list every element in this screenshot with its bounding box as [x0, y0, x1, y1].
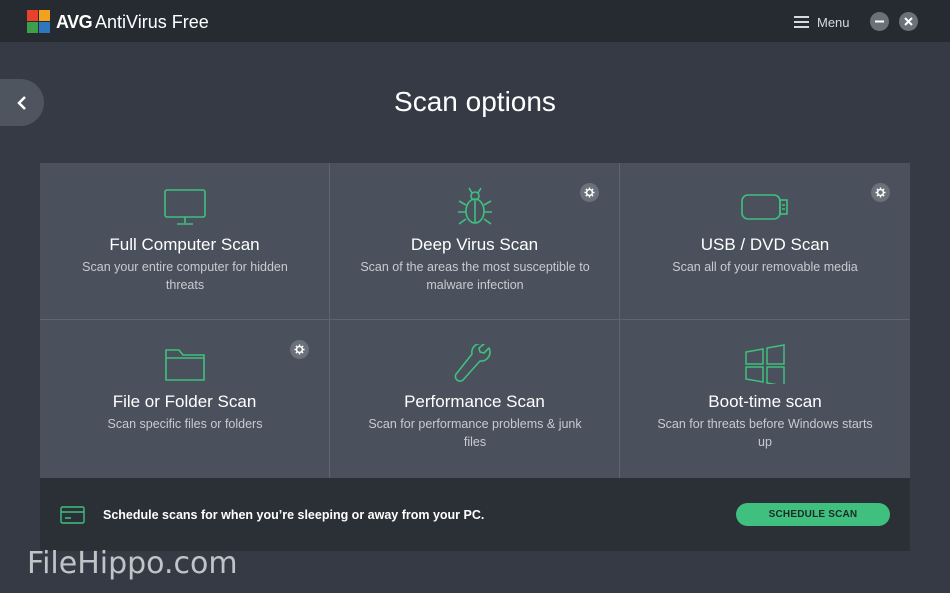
- hamburger-icon: [794, 16, 809, 28]
- tile-title: USB / DVD Scan: [700, 235, 830, 254]
- deep-virus-scan-tile[interactable]: Deep Virus Scan Scan of the areas the mo…: [330, 163, 620, 320]
- title-bar: AVG AntiVirus Free Menu: [0, 0, 950, 42]
- tile-description: Scan all of your removable media: [672, 260, 858, 274]
- page-title: Scan options: [394, 86, 556, 117]
- tile-description: Scan for threats before Windows starts u…: [657, 417, 873, 449]
- boot-time-scan-tile[interactable]: Boot-time scan Scan for threats before W…: [620, 320, 910, 478]
- tile-title: Performance Scan: [404, 392, 545, 411]
- gear-icon: [294, 344, 305, 355]
- windows-icon: [745, 344, 785, 384]
- full-computer-scan-tile[interactable]: Full Computer Scan Scan your entire comp…: [40, 163, 330, 320]
- tile-title: Deep Virus Scan: [410, 235, 539, 254]
- tile-title: Boot-time scan: [708, 392, 822, 411]
- calendar-card-icon: [60, 506, 85, 524]
- settings-button[interactable]: [871, 183, 890, 202]
- performance-scan-tile[interactable]: Performance Scan Scan for performance pr…: [330, 320, 620, 478]
- brand-name: AVG: [56, 12, 93, 32]
- schedule-scan-button[interactable]: SCHEDULE SCAN: [736, 503, 890, 526]
- file-folder-scan-tile[interactable]: File or Folder Scan Scan specific files …: [40, 320, 330, 478]
- tile-title: Full Computer Scan: [109, 235, 260, 254]
- tile-title: File or Folder Scan: [112, 392, 257, 411]
- schedule-text: Schedule scans for when you’re sleeping …: [103, 508, 485, 522]
- settings-button[interactable]: [580, 183, 599, 202]
- tile-description: Scan specific files or folders: [107, 417, 263, 431]
- scan-options-grid: Full Computer Scan Scan your entire comp…: [40, 163, 910, 478]
- menu-label: Menu: [817, 14, 850, 30]
- gear-icon: [875, 187, 886, 198]
- tile-description: Scan for performance problems & junk fil…: [368, 417, 582, 449]
- usb-icon: [741, 194, 788, 220]
- gear-icon: [584, 187, 595, 198]
- tile-description: Scan of the areas the most susceptible t…: [360, 260, 590, 292]
- bug-icon: [458, 187, 492, 225]
- menu-button[interactable]: Menu: [794, 13, 850, 31]
- minimize-icon: [875, 20, 884, 23]
- schedule-bar: Schedule scans for when you’re sleeping …: [40, 478, 910, 551]
- close-icon: [904, 17, 913, 26]
- monitor-icon: [164, 189, 206, 225]
- usb-dvd-scan-tile[interactable]: USB / DVD Scan Scan all of your removabl…: [620, 163, 910, 320]
- avg-logo-icon: [27, 10, 50, 33]
- watermark: FileHippo.com: [27, 546, 238, 581]
- product-name: AntiVirus Free: [95, 12, 209, 32]
- folder-icon: [165, 349, 205, 381]
- settings-button[interactable]: [290, 340, 309, 359]
- wrench-icon: [454, 344, 491, 382]
- minimize-button[interactable]: [870, 12, 889, 31]
- tile-description: Scan your entire computer for hidden thr…: [82, 260, 288, 292]
- close-button[interactable]: [899, 12, 918, 31]
